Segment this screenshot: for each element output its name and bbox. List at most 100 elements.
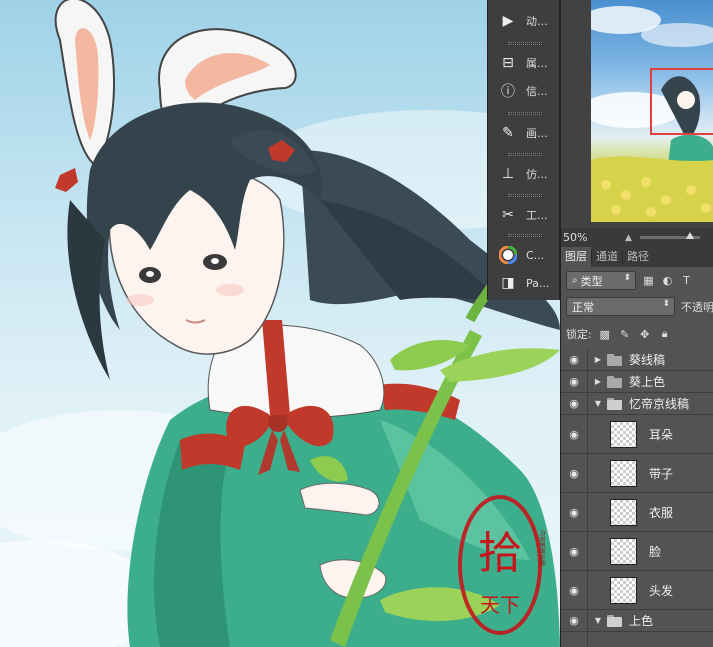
brush-presets-panel-button[interactable]: ✎ 画... bbox=[488, 120, 561, 146]
visibility-eye-icon[interactable]: ◉ bbox=[561, 415, 588, 453]
blend-mode-select[interactable]: 正常 ⬍ bbox=[566, 297, 675, 316]
folder-open-icon bbox=[607, 397, 623, 410]
chevron-updown-icon: ⬍ bbox=[623, 273, 631, 283]
lock-label: 锁定: bbox=[566, 328, 592, 341]
layer-thumbnail bbox=[610, 459, 637, 487]
opacity-label: 不透明 bbox=[681, 300, 713, 314]
clone-source-icon: ⊥ bbox=[501, 166, 515, 182]
visibility-eye-icon[interactable]: ◉ bbox=[561, 349, 588, 370]
zoom-slider-knob[interactable] bbox=[685, 232, 694, 239]
clone-source-panel-button[interactable]: ⊥ 仿... bbox=[488, 161, 561, 187]
properties-panel-button[interactable]: ⊟ 属... bbox=[488, 50, 561, 76]
brush-presets-icon: ✎ bbox=[502, 125, 514, 141]
layers-panel: 图层 通道 路径 ⌕ 类型 ⬍ ▦ ◐ T 正常 ⬍ 不透明 锁定: ▩ ✎ ✥… bbox=[560, 247, 713, 647]
layer-row[interactable]: ◉ 衣服 bbox=[561, 493, 713, 532]
layer-row[interactable]: ◉ 头发 bbox=[561, 571, 713, 610]
blend-opacity-row: 正常 ⬍ 不透明 bbox=[561, 297, 713, 316]
tool-presets-icon: ✂ bbox=[502, 207, 514, 223]
visibility-eye-icon[interactable]: ◉ bbox=[561, 454, 588, 492]
rabbit-ear-left bbox=[54, 0, 115, 167]
lock-row: 锁定: ▩ ✎ ✥ 🔒︎ bbox=[561, 326, 713, 342]
actions-panel-label: 动... bbox=[526, 15, 548, 28]
layer-thumbnail bbox=[610, 576, 637, 604]
filter-type-select[interactable]: ⌕ 类型 ⬍ bbox=[566, 271, 636, 290]
navigator-view-box[interactable] bbox=[650, 68, 713, 135]
layer-group-name: 葵线稿 bbox=[629, 353, 666, 367]
zoom-level[interactable]: 50% bbox=[563, 231, 623, 244]
tool-presets-panel-button[interactable]: ✂ 工... bbox=[488, 202, 561, 228]
properties-icon: ⊟ bbox=[502, 55, 514, 71]
tab-channels[interactable]: 通道 bbox=[592, 247, 622, 267]
navigator-panel: 50% ▲ bbox=[560, 0, 713, 247]
seal-side-text: 内容即将出版 bbox=[538, 530, 546, 566]
adjustment-filter-icon[interactable]: ◐ bbox=[661, 274, 674, 287]
info-panel-button[interactable]: ⓘ 信... bbox=[488, 78, 561, 104]
paragraph-icon: ◨ bbox=[501, 275, 515, 291]
lock-transparency-icon[interactable]: ▩ bbox=[598, 327, 612, 341]
folder-open-icon bbox=[607, 614, 623, 627]
panel-grip[interactable] bbox=[508, 42, 542, 45]
visibility-eye-icon[interactable]: ◉ bbox=[561, 610, 588, 631]
layer-group-name: 忆帝京线稿 bbox=[629, 397, 690, 411]
chevron-down-icon[interactable]: ▼ bbox=[593, 399, 603, 408]
visibility-eye-icon[interactable]: ◉ bbox=[561, 393, 588, 414]
tab-paths[interactable]: 路径 bbox=[623, 247, 653, 267]
blend-mode-value: 正常 bbox=[572, 300, 594, 314]
visibility-eye-icon[interactable]: ◉ bbox=[561, 371, 588, 392]
panel-grip[interactable] bbox=[508, 153, 542, 156]
clone-source-panel-label: 仿... bbox=[526, 168, 548, 181]
layer-group-row[interactable]: ◉ ▼ 忆帝京线稿 bbox=[561, 393, 713, 415]
color-panel-button[interactable]: C... bbox=[488, 242, 561, 268]
layer-group-row[interactable]: ◉ ▶ 葵线稿 bbox=[561, 349, 713, 371]
zoom-out-icon[interactable]: ▲ bbox=[625, 233, 632, 243]
visibility-eye-icon[interactable] bbox=[561, 632, 588, 647]
tool-presets-panel-label: 工... bbox=[526, 209, 548, 222]
layer-name: 脸 bbox=[649, 544, 662, 559]
lock-position-icon[interactable]: ✥ bbox=[638, 327, 652, 341]
folder-icon bbox=[607, 375, 623, 388]
chevron-right-icon[interactable]: ▶ bbox=[593, 355, 603, 364]
chevron-right-icon[interactable]: ▶ bbox=[593, 377, 603, 386]
document-canvas[interactable]: 拾 天下 内容即将出版 bbox=[0, 0, 560, 647]
layer-thumbnail bbox=[610, 420, 637, 448]
pixel-filter-icon[interactable]: ▦ bbox=[642, 274, 655, 287]
layer-name: 头发 bbox=[649, 583, 674, 598]
info-panel-label: 信... bbox=[526, 85, 548, 98]
panel-grip[interactable] bbox=[508, 234, 542, 237]
filter-type-value: 类型 bbox=[580, 274, 603, 288]
layer-row[interactable]: ◉ 耳朵 bbox=[561, 415, 713, 454]
lock-all-icon[interactable]: 🔒︎ bbox=[658, 327, 672, 341]
layer-group-row[interactable]: ◉ ▼ 上色 bbox=[561, 610, 713, 632]
chevron-down-icon[interactable]: ▼ bbox=[593, 616, 603, 625]
play-action-icon: ▶ bbox=[502, 13, 514, 29]
visibility-eye-icon[interactable]: ◉ bbox=[561, 532, 588, 570]
layer-list: ◉ ▶ 葵线稿 ◉ ▶ 葵上色 ◉ ▼ 忆帝京线稿 ◉ 耳朵 ◉ 带子 ◉ 衣服… bbox=[561, 349, 713, 647]
visibility-eye-icon[interactable]: ◉ bbox=[561, 571, 588, 609]
layer-thumbnail bbox=[610, 537, 637, 565]
tab-layers[interactable]: 图层 bbox=[561, 247, 591, 267]
actions-panel-button[interactable]: ▶ 动... bbox=[488, 8, 561, 34]
layers-panel-tabs: 图层 通道 路径 bbox=[561, 247, 713, 267]
type-filter-icon[interactable]: T bbox=[680, 274, 693, 287]
search-icon: ⌕ bbox=[572, 275, 578, 286]
layer-row[interactable]: ◉ 带子 bbox=[561, 454, 713, 493]
panel-grip[interactable] bbox=[508, 194, 542, 197]
seal-char-top: 拾 bbox=[478, 528, 522, 579]
layer-group-name: 葵上色 bbox=[629, 375, 666, 389]
lock-image-icon[interactable]: ✎ bbox=[618, 327, 632, 341]
visibility-eye-icon[interactable]: ◉ bbox=[561, 493, 588, 531]
layer-group-row[interactable]: ◉ ▶ 葵上色 bbox=[561, 371, 713, 393]
collapsed-panel-strip: ▶ 动... ⊟ 属... ⓘ 信... ✎ 画... ⊥ 仿... ✂ 工..… bbox=[487, 0, 560, 300]
layer-row[interactable]: ◉ 脸 bbox=[561, 532, 713, 571]
seal-char-bottom: 天下 bbox=[480, 593, 520, 617]
navigator-zoom-bar: 50% ▲ bbox=[561, 228, 713, 247]
artwork-illustration: 拾 天下 内容即将出版 bbox=[0, 0, 560, 647]
panel-grip[interactable] bbox=[508, 112, 542, 115]
layer-group-name: 上色 bbox=[629, 614, 654, 628]
color-panel-label: C... bbox=[526, 248, 545, 262]
layer-row-partial[interactable] bbox=[561, 632, 713, 647]
zoom-slider[interactable] bbox=[639, 232, 700, 239]
paragraph-panel-button[interactable]: ◨ Pa... bbox=[488, 270, 561, 296]
folder-icon bbox=[607, 353, 623, 366]
layer-filter-row: ⌕ 类型 ⬍ ▦ ◐ T bbox=[561, 271, 713, 290]
